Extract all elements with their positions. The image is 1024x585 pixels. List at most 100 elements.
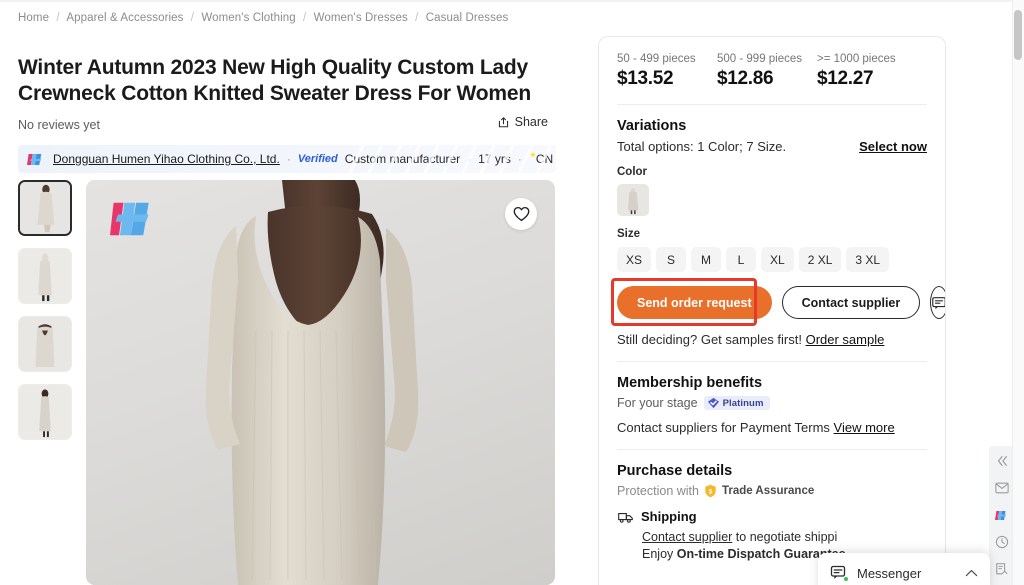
variations-heading: Variations [617,118,687,134]
diamond-check-icon [707,397,719,409]
tier-quantity: >= 1000 pieces [817,53,896,65]
supplier-name-link[interactable]: Dongguan Humen Yihao Clothing Co., Ltd. [53,152,280,166]
breadcrumb-item-apparel[interactable]: Apparel & Accessories [66,12,183,24]
share-icon [498,116,508,127]
share-label: Share [514,115,548,129]
product-header: Winter Autumn 2023 New High Quality Cust… [18,55,570,173]
utility-rail: TOP [989,446,1014,585]
select-now-link[interactable]: Select now [859,139,927,154]
thumbnail-item[interactable] [18,384,72,440]
supplier-logo-icon [27,153,42,165]
supplier-bar[interactable]: Dongguan Humen Yihao Clothing Co., Ltd. … [18,145,556,173]
review-row: No reviews yet Share [18,115,570,134]
thumbnail-image [20,182,70,234]
browser-scrollbar-thumb[interactable] [1014,10,1022,60]
membership-stage-row: For your stage Platinum [617,396,927,410]
main-product-image[interactable] [86,180,555,585]
shipping-row: Shipping [617,509,927,524]
history-rail-button[interactable] [993,533,1011,551]
sample-prompt: Still deciding? Get samples first! Order… [617,332,927,347]
breadcrumb-item-womens-clothing[interactable]: Women's Clothing [201,12,295,24]
breadcrumb-separator: / [56,12,60,24]
breadcrumb-item-womens-dresses[interactable]: Women's Dresses [314,12,408,24]
size-option-3xl[interactable]: 3 XL [846,247,890,272]
contact-supplier-button[interactable]: Contact supplier [781,286,921,319]
size-option-s[interactable]: S [656,247,687,272]
view-more-link[interactable]: View more [834,420,895,435]
supplier-type: Custom manufacturer [344,152,461,166]
size-option-xs[interactable]: XS [617,247,652,272]
tier-quantity: 50 - 499 pieces [617,53,696,65]
messenger-widget[interactable]: Messenger [818,553,990,585]
shipping-label: Shipping [641,509,697,524]
product-detail-page: Home / Apparel & Accessories / Women's C… [0,0,1024,585]
breadcrumb: Home / Apparel & Accessories / Women's C… [18,12,508,24]
review-count: No reviews yet [18,118,100,132]
svg-text:$: $ [709,488,713,495]
size-option-m[interactable]: M [691,247,722,272]
shipping-line-1: Contact supplier to negotiate shippi [642,529,927,546]
feedback-note-icon [995,563,1008,575]
favorite-button[interactable] [505,198,537,230]
sample-prompt-text: Still deciding? Get samples first! [617,332,802,347]
envelope-icon [994,482,1009,494]
size-options: XS S M L XL 2 XL 3 XL [617,247,927,272]
messenger-icon-wrap [830,564,849,582]
breadcrumb-item-casual-dresses[interactable]: Casual Dresses [426,12,509,24]
size-option-l[interactable]: L [726,247,757,272]
brand-rail-button[interactable] [993,506,1011,524]
chat-button[interactable] [930,286,945,319]
trade-assurance-shield-icon: $ [705,484,716,498]
feedback-rail-button[interactable] [993,560,1011,578]
thumbnail-item[interactable] [18,316,72,372]
page-top-rule [0,0,1012,2]
page-title: Winter Autumn 2023 New High Quality Cust… [18,56,531,105]
supplier-dot: · [467,152,472,166]
variations-summary-row: Total options: 1 Color; 7 Size. Select n… [617,139,927,154]
messages-rail-button[interactable] [993,479,1011,497]
divider [617,361,927,362]
color-label: Color [617,166,648,178]
total-options-text: Total options: 1 Color; 7 Size. [617,139,787,154]
action-buttons-row: Send order request Contact supplier [611,278,945,326]
thumbnail-image [19,385,71,439]
thumbnail-item[interactable] [18,180,72,236]
breadcrumb-separator: / [303,12,307,24]
stage-label: For your stage [617,396,698,410]
price-tier: 500 - 999 pieces $12.86 [717,53,817,90]
thumbnail-item[interactable] [18,248,72,304]
messenger-collapse-button[interactable] [965,564,978,582]
payment-terms-row: Contact suppliers for Payment Terms View… [617,420,927,435]
chevron-double-left-icon [997,456,1007,466]
breadcrumb-separator: / [415,12,419,24]
brand-logo-icon [994,510,1006,520]
size-label: Size [617,228,641,240]
watermark-logo-icon [110,202,149,236]
browser-scrollbar-track[interactable] [1012,0,1024,585]
breadcrumb-item-home[interactable]: Home [18,12,49,24]
product-photo [205,180,419,585]
thumbnail-image [19,317,71,371]
price-tiers: 50 - 499 pieces $13.52 500 - 999 pieces … [617,53,927,90]
verified-label: Verified [297,153,338,165]
heart-icon [513,206,529,222]
breadcrumb-separator: / [190,12,195,24]
history-clock-icon [995,535,1008,549]
price-tier: >= 1000 pieces $12.27 [817,53,896,90]
size-option-2xl[interactable]: 2 XL [798,247,842,272]
protection-row: Protection with $ Trade Assurance [617,484,927,498]
tier-price: $12.86 [717,68,774,89]
order-sample-link[interactable]: Order sample [806,332,885,347]
collapse-rail-button[interactable] [993,452,1011,470]
chat-bubble-icon [932,296,945,309]
contact-supplier-shipping-link[interactable]: Contact supplier [642,530,732,544]
supplier-years: 17 yrs [478,152,511,166]
color-swatch-option[interactable] [617,184,649,216]
platinum-badge: Platinum [703,396,770,410]
size-option-xl[interactable]: XL [761,247,794,272]
messenger-label: Messenger [857,565,922,581]
protection-prefix: Protection with [617,484,699,498]
send-order-request-button[interactable]: Send order request [617,286,772,319]
share-button[interactable]: Share [497,115,548,129]
shipping-line-1-rest: to negotiate shippi [732,530,838,544]
